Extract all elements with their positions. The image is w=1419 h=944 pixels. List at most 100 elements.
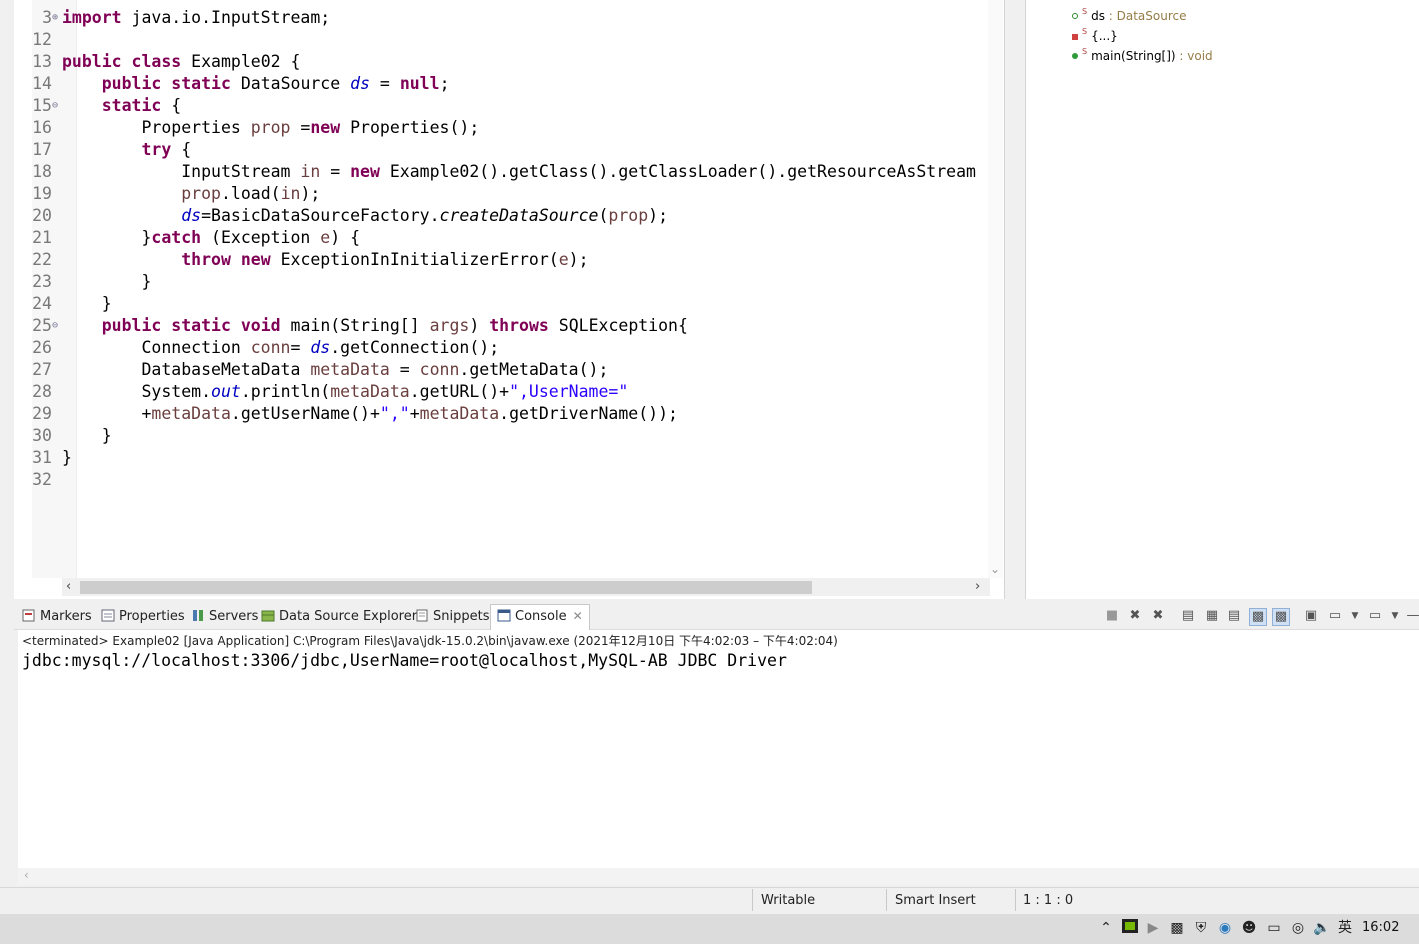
- code-line[interactable]: 26 Connection conn= ds.getConnection();: [18, 337, 499, 359]
- code-line[interactable]: 25⊖ public static void main(String[] arg…: [18, 315, 688, 337]
- tab-servers[interactable]: Servers: [191, 606, 258, 628]
- code-token: null: [399, 74, 440, 93]
- line-number: 27: [32, 360, 52, 379]
- code-line[interactable]: 13 public class Example02 {: [18, 51, 300, 73]
- tab-label: Data Source Explorer: [279, 609, 418, 624]
- close-icon[interactable]: ✕: [573, 609, 583, 623]
- line-number: 19: [32, 184, 52, 203]
- word-wrap-icon[interactable]: ▤: [1226, 608, 1242, 624]
- code-token: catch: [151, 228, 202, 247]
- tab-label: Properties: [119, 609, 185, 624]
- code-line[interactable]: 24 }: [18, 293, 112, 315]
- scroll-lock-icon[interactable]: ▦: [1204, 608, 1220, 624]
- code-token: }: [62, 426, 112, 445]
- code-token: +: [409, 404, 420, 423]
- code-token: );: [568, 250, 589, 269]
- code-token: Connection: [62, 338, 251, 357]
- editor-horizontal-scroll-thumb[interactable]: [80, 581, 812, 594]
- code-line[interactable]: 21 }catch (Exception e) {: [18, 227, 360, 249]
- code-line[interactable]: 14 public static DataSource ds = null;: [18, 73, 449, 95]
- code-token: Properties();: [340, 118, 480, 137]
- tab-markers[interactable]: Markers: [22, 606, 92, 628]
- volume-icon[interactable]: 🔈: [1313, 919, 1331, 937]
- ime-indicator[interactable]: 英: [1336, 919, 1354, 937]
- scroll-left-arrow-icon[interactable]: ‹: [66, 579, 71, 594]
- clock-time[interactable]: 16:02: [1362, 919, 1399, 937]
- outline-item-type: : void: [1175, 49, 1213, 63]
- chevron-down-icon[interactable]: ▼: [1387, 608, 1403, 624]
- minimize-icon[interactable]: —: [1405, 608, 1419, 624]
- chevron-up-icon[interactable]: ⌃: [1097, 919, 1115, 937]
- code-line[interactable]: 15⊖ static {: [18, 95, 181, 117]
- display-selected-console-icon[interactable]: ▭: [1327, 608, 1343, 624]
- open-console-icon[interactable]: ▭: [1367, 608, 1383, 624]
- code-line[interactable]: 18 InputStream in = new Example02().getC…: [18, 161, 976, 183]
- battery-icon[interactable]: ▭: [1265, 919, 1283, 937]
- code-token: static: [101, 96, 162, 115]
- tab-console[interactable]: Console ✕: [490, 604, 590, 630]
- outline-item-main[interactable]: Smain(String[]) : void: [1072, 43, 1213, 63]
- code-line[interactable]: 16 Properties prop =new Properties();: [18, 117, 479, 139]
- fold-collapse-icon[interactable]: ⊖: [52, 95, 62, 117]
- code-token: }: [62, 272, 152, 291]
- code-line[interactable]: 12: [18, 29, 62, 51]
- code-line[interactable]: 32: [18, 469, 62, 491]
- code-line[interactable]: 20 ds=BasicDataSourceFactory.createDataS…: [18, 205, 668, 227]
- code-token: conn: [419, 360, 460, 379]
- pin-console-icon[interactable]: ▣: [1303, 608, 1319, 624]
- show-on-stdout-icon[interactable]: ▩: [1249, 608, 1267, 626]
- remove-all-launches-icon[interactable]: ✖: [1150, 608, 1166, 624]
- code-token: ): [469, 316, 490, 335]
- nvidia-icon[interactable]: [1121, 919, 1139, 937]
- outline-item-ds[interactable]: Sds : DataSource: [1072, 3, 1187, 23]
- tab-properties[interactable]: Properties: [101, 606, 185, 628]
- code-token: Example02 {: [181, 52, 301, 71]
- code-line[interactable]: 27 DatabaseMetaData metaData = conn.getM…: [18, 359, 608, 381]
- tab-snippets[interactable]: Snippets: [415, 606, 489, 628]
- chevron-down-icon[interactable]: ▼: [1347, 608, 1363, 624]
- scroll-left-arrow-icon[interactable]: ‹: [24, 868, 29, 882]
- code-line[interactable]: 23 }: [18, 271, 151, 293]
- media-player-icon[interactable]: ▶: [1144, 919, 1162, 937]
- editor-vertical-scrollbar[interactable]: [988, 0, 1003, 578]
- outline-item-initializer[interactable]: S {...}: [1072, 23, 1118, 43]
- show-on-stderr-icon[interactable]: ▩: [1272, 608, 1290, 626]
- code-token: public: [101, 74, 162, 93]
- remove-launch-icon[interactable]: ✖: [1127, 608, 1143, 624]
- code-line[interactable]: 29 +metaData.getUserName()+","+metaData.…: [18, 403, 678, 425]
- code-line[interactable]: 22 throw new ExceptionInInitializerError…: [18, 249, 589, 271]
- qq-icon[interactable]: ☻: [1240, 919, 1258, 937]
- code-line[interactable]: 3⊕ import java.io.InputStream;: [18, 7, 330, 29]
- console-horizontal-scrollbar[interactable]: [18, 868, 1419, 885]
- terminate-icon[interactable]: ■: [1104, 608, 1120, 624]
- line-number: 32: [32, 470, 52, 489]
- fold-collapse-icon[interactable]: ⊖: [52, 315, 62, 337]
- insert-mode-status[interactable]: Smart Insert: [895, 891, 976, 911]
- scroll-down-arrow-icon[interactable]: ⌄: [990, 562, 1000, 576]
- shield-check-icon[interactable]: ◉: [1216, 919, 1234, 937]
- code-line[interactable]: 28 System.out.println(metaData.getURL()+…: [18, 381, 628, 403]
- code-token: ) {: [330, 228, 361, 247]
- data-source-explorer-icon: [261, 608, 275, 622]
- line-number: 26: [32, 338, 52, 357]
- tab-data-source-explorer[interactable]: Data Source Explorer: [261, 606, 417, 628]
- code-token: .getConnection();: [330, 338, 500, 357]
- fold-expand-icon[interactable]: ⊕: [52, 7, 62, 29]
- scroll-right-arrow-icon[interactable]: ›: [975, 579, 980, 594]
- line-number: 15: [32, 96, 52, 115]
- code-line[interactable]: 31}: [18, 447, 72, 469]
- code-line[interactable]: 17 try {: [18, 139, 191, 161]
- task-manager-icon[interactable]: ▩: [1168, 919, 1186, 937]
- line-number: 30: [32, 426, 52, 445]
- code-token: DatabaseMetaData: [62, 360, 311, 379]
- line-number: 23: [32, 272, 52, 291]
- security-shield-icon[interactable]: ⛨: [1192, 919, 1210, 937]
- code-line[interactable]: 30 }: [18, 425, 112, 447]
- code-line[interactable]: 19 prop.load(in);: [18, 183, 320, 205]
- code-token: static: [171, 74, 231, 93]
- network-globe-icon[interactable]: ◎: [1289, 919, 1307, 937]
- clear-console-icon[interactable]: ▤: [1180, 608, 1196, 624]
